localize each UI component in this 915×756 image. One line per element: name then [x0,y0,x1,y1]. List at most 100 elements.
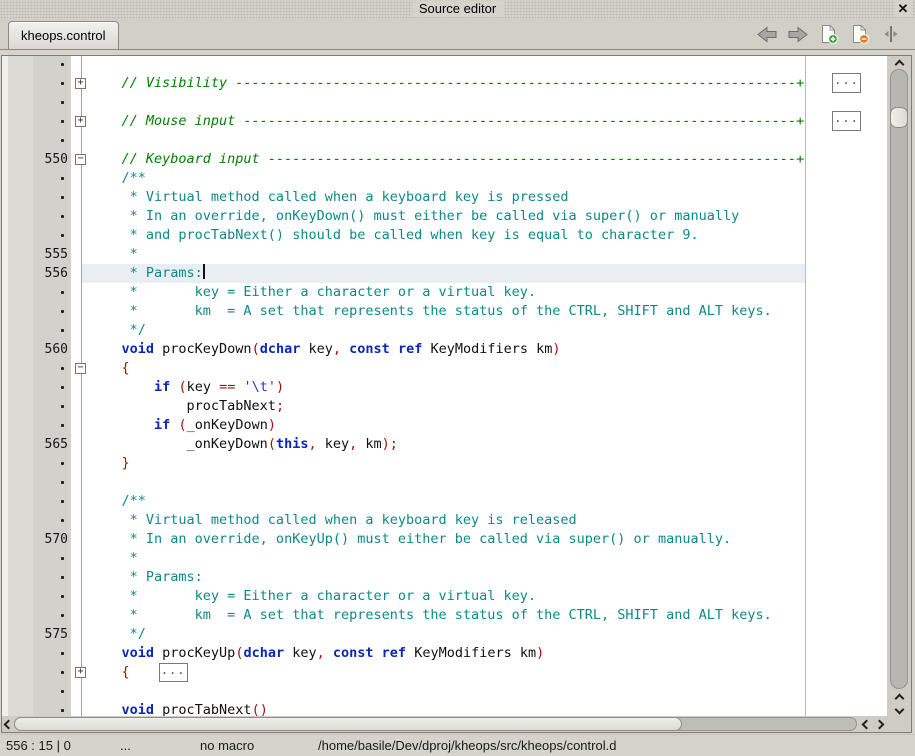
line-dot [2,606,69,625]
vertical-scrollbar[interactable] [887,56,911,716]
code-line[interactable] [2,131,887,150]
caret-position: 556 : 15 | 0 [6,735,71,756]
line-dot [2,492,69,511]
line-dot [2,169,69,188]
code-line[interactable]: + {... [2,663,887,682]
code-line[interactable]: * In an override, onKeyDown() must eithe… [2,207,887,226]
line-dot [2,226,69,245]
code-text: * km = A set that represents the status … [89,606,772,625]
code-text: if (key == '\t') [89,378,284,397]
code-line[interactable]: 555 * [2,245,887,264]
folded-code-ellipsis[interactable]: ... [832,73,861,93]
fold-expand-icon[interactable]: + [75,667,86,678]
code-line[interactable]: * Params: [2,568,887,587]
folded-code-ellipsis[interactable]: ... [159,663,188,682]
code-line[interactable]: * Virtual method called when a keyboard … [2,188,887,207]
notebook-page: + // Visibility ------------------------… [0,50,915,734]
horizontal-scrollbar[interactable] [2,716,911,732]
code-text: * key = Either a character or a virtual … [89,283,536,302]
tab-kheops-control[interactable]: kheops.control [8,21,119,49]
line-dot [2,378,69,397]
status-bar: 556 : 15 | 0 ... no macro /home/basile/D… [0,734,915,756]
close-icon[interactable]: ✕ [895,0,911,17]
new-document-icon [818,24,840,44]
line-dot [2,302,69,321]
fold-expand-icon[interactable]: + [75,116,86,127]
navigate-back-button[interactable] [756,24,778,44]
new-document-button[interactable] [818,24,840,44]
editor-control: + // Visibility ------------------------… [1,55,912,733]
code-line[interactable]: 575 */ [2,625,887,644]
code-line[interactable]: * Virtual method called when a keyboard … [2,511,887,530]
code-line[interactable]: 550− // Keyboard input -----------------… [2,150,887,169]
code-line[interactable]: } [2,454,887,473]
code-line[interactable]: /** [2,492,887,511]
code-line[interactable]: 570 * In an override, onKeyUp() must eit… [2,530,887,549]
code-line[interactable]: − { [2,359,887,378]
line-dot [2,587,69,606]
code-line[interactable]: procTabNext; [2,397,887,416]
code-line[interactable]: + // Visibility ------------------------… [2,74,887,93]
vertical-scrollbar-thumb[interactable] [890,107,908,128]
code-line[interactable]: */ [2,321,887,340]
chevron-left-icon [3,719,13,729]
code-text: * [89,549,138,568]
split-view-button[interactable] [880,24,902,44]
code-line[interactable]: void procKeyUp(dchar key, const ref KeyM… [2,644,887,663]
back-arrow-icon [756,25,778,44]
line-dot [2,359,69,378]
code-line[interactable] [2,56,887,74]
code-line[interactable]: * and procTabNext() should be called whe… [2,226,887,245]
scroll-right-button[interactable] [873,718,885,730]
navigate-forward-button[interactable] [787,24,809,44]
code-text: * and procTabNext() should be called whe… [89,226,699,245]
line-dot [2,454,69,473]
scroll-left-button-right[interactable] [860,718,872,730]
code-text: /** [89,169,146,188]
code-text: void procTabNext() [89,701,268,716]
scroll-left-button[interactable] [2,718,14,730]
code-editor[interactable]: + // Visibility ------------------------… [2,56,887,716]
code-text: {... [89,663,188,682]
code-line[interactable]: * [2,549,887,568]
forward-arrow-icon [787,25,809,44]
fold-collapse-icon[interactable]: − [75,154,86,165]
code-text: * Virtual method called when a keyboard … [89,188,569,207]
folded-code-ellipsis[interactable]: ... [832,111,861,131]
code-text: _onKeyDown(this, key, km); [89,435,398,454]
line-dot [2,644,69,663]
code-line[interactable]: * km = A set that represents the status … [2,606,887,625]
code-line[interactable]: if (_onKeyDown) [2,416,887,435]
horizontal-scrollbar-thumb[interactable] [14,717,682,731]
code-text: // Keyboard input ----------------------… [89,150,804,169]
scroll-down-button[interactable] [893,703,905,715]
code-line[interactable]: * key = Either a character or a virtual … [2,587,887,606]
code-line[interactable]: 560 void procKeyDown(dchar key, const re… [2,340,887,359]
title-bar: Source editor ✕ [0,0,915,18]
fold-expand-icon[interactable]: + [75,78,86,89]
code-line[interactable] [2,93,887,112]
close-document-button[interactable] [849,24,871,44]
tab-label: kheops.control [21,28,106,43]
line-dot [2,188,69,207]
code-line[interactable]: /** [2,169,887,188]
code-line[interactable]: void procTabNext() [2,701,887,716]
code-line[interactable]: * key = Either a character or a virtual … [2,283,887,302]
macro-status: no macro [200,735,254,756]
code-text: * In an override, onKeyUp() must either … [89,530,731,549]
code-line[interactable]: 565 _onKeyDown(this, key, km); [2,435,887,454]
code-text: * key = Either a character or a virtual … [89,587,536,606]
code-line[interactable]: if (key == '\t') [2,378,887,397]
code-text: * Virtual method called when a keyboard … [89,511,577,530]
code-line[interactable]: 556 * Params: [2,264,887,283]
fold-collapse-icon[interactable]: − [75,363,86,374]
code-line[interactable] [2,473,887,492]
vertical-scrollbar-track[interactable] [890,69,908,689]
line-dot [2,74,69,93]
code-line[interactable]: + // Mouse input -----------------------… [2,112,887,131]
code-text: void procKeyDown(dchar key, const ref Ke… [89,340,561,359]
code-line[interactable]: * km = A set that represents the status … [2,302,887,321]
code-line[interactable] [2,682,887,701]
code-text: { [89,359,130,378]
line-dot [2,568,69,587]
